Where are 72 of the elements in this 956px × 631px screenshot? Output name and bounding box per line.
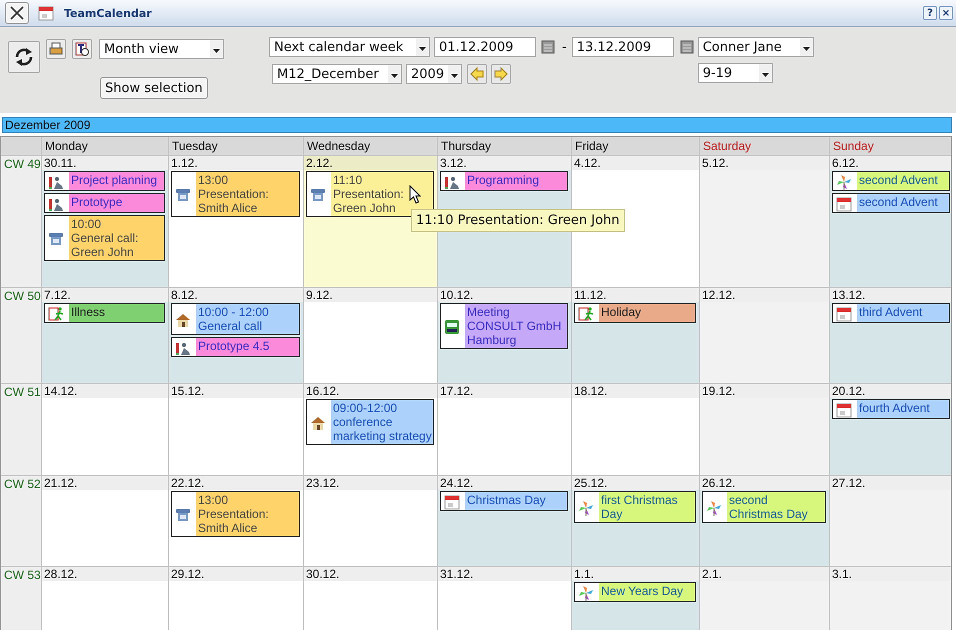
window-title: TeamCalendar (64, 6, 153, 20)
day-date: 20.12. (830, 384, 951, 398)
event-text: 10:00 - 12:00 General call (197, 304, 270, 334)
tooltip: 11:10 Presentation: Green John (411, 209, 625, 232)
event-text: 13:00 Presentation: Smith Alice (197, 172, 270, 216)
day-date: 3.1. (830, 567, 951, 581)
day-date: 12.12. (700, 288, 829, 302)
day-date: 26.12. (700, 476, 829, 490)
day-header: Monday (42, 137, 168, 155)
day-date: 25.12. (572, 476, 699, 490)
day-date: 24.12. (438, 476, 571, 490)
day-header: Saturday (700, 137, 829, 155)
day-header: Friday (572, 137, 699, 155)
day-date: 1.12. (169, 156, 303, 170)
day-date: 29.12. (169, 567, 303, 581)
day-date: 10.12. (438, 288, 571, 302)
event-text: second Christmas Day (728, 492, 809, 522)
week-number: CW 53 (1, 567, 41, 630)
day-header: Sunday (830, 137, 951, 155)
day-date: 7.12. (42, 288, 168, 302)
day-date: 4.12. (572, 156, 699, 170)
day-date: 30.11. (42, 156, 168, 170)
event-text: New Years Day (600, 583, 684, 600)
event-text: Holiday (600, 304, 642, 321)
day-date: 17.12. (438, 384, 571, 398)
event-text: Programming (466, 172, 540, 189)
week-number: CW 50 (1, 288, 41, 383)
day-date: 27.12. (830, 476, 951, 490)
event-text: Prototype 4.5 (197, 338, 270, 355)
week-number: CW 51 (1, 384, 41, 475)
day-date: 8.12. (169, 288, 303, 302)
day-date: 6.12. (830, 156, 951, 170)
day-date: 22.12. (169, 476, 303, 490)
event-text: Meeting CONSULT GmbH Hamburg (466, 304, 562, 348)
day-date: 30.12. (304, 567, 437, 581)
day-date: 18.12. (572, 384, 699, 398)
event-text: Illness (70, 304, 106, 321)
event-text: first Christmas Day (600, 492, 679, 522)
event-text: fourth Advent (858, 400, 931, 417)
event-text: 10:00 General call: Green John (70, 216, 140, 260)
day-header: Tuesday (169, 137, 303, 155)
day-date: 2.1. (700, 567, 829, 581)
day-date: 28.12. (42, 567, 168, 581)
week-number: CW 49 (1, 156, 41, 287)
day-date: 16.12. (304, 384, 437, 398)
day-date: 1.1. (572, 567, 699, 581)
event-text: second Advent (858, 194, 939, 211)
event-text: third Advent (858, 304, 924, 321)
month-bar: Dezember 2009 (2, 117, 952, 133)
day-date: 19.12. (700, 384, 829, 398)
day-header: Wednesday (304, 137, 437, 155)
week-number: CW 52 (1, 476, 41, 566)
event-text: Prototype (70, 194, 124, 211)
day-date: 21.12. (42, 476, 168, 490)
day-date: 13.12. (830, 288, 951, 302)
event-text: 13:00 Presentation: Smith Alice (197, 492, 270, 536)
event-text: Christmas Day (466, 492, 547, 509)
day-date: 11.12. (572, 288, 699, 302)
event-text: second Advent (858, 172, 939, 189)
day-date: 31.12. (438, 567, 571, 581)
day-date: 14.12. (42, 384, 168, 398)
day-date: 2.12. (304, 156, 437, 170)
day-date: 23.12. (304, 476, 437, 490)
event-text: 11:10 Presentation: Green John (332, 172, 405, 216)
day-date: 5.12. (700, 156, 829, 170)
event-text: 09:00-12:00 conference marketing strategy (332, 400, 433, 444)
day-header: Thursday (438, 137, 571, 155)
day-date: 3.12. (438, 156, 571, 170)
range-separator: - (562, 40, 567, 54)
day-date: 15.12. (169, 384, 303, 398)
day-date: 9.12. (304, 288, 437, 302)
event-text: Project planning (70, 172, 158, 189)
